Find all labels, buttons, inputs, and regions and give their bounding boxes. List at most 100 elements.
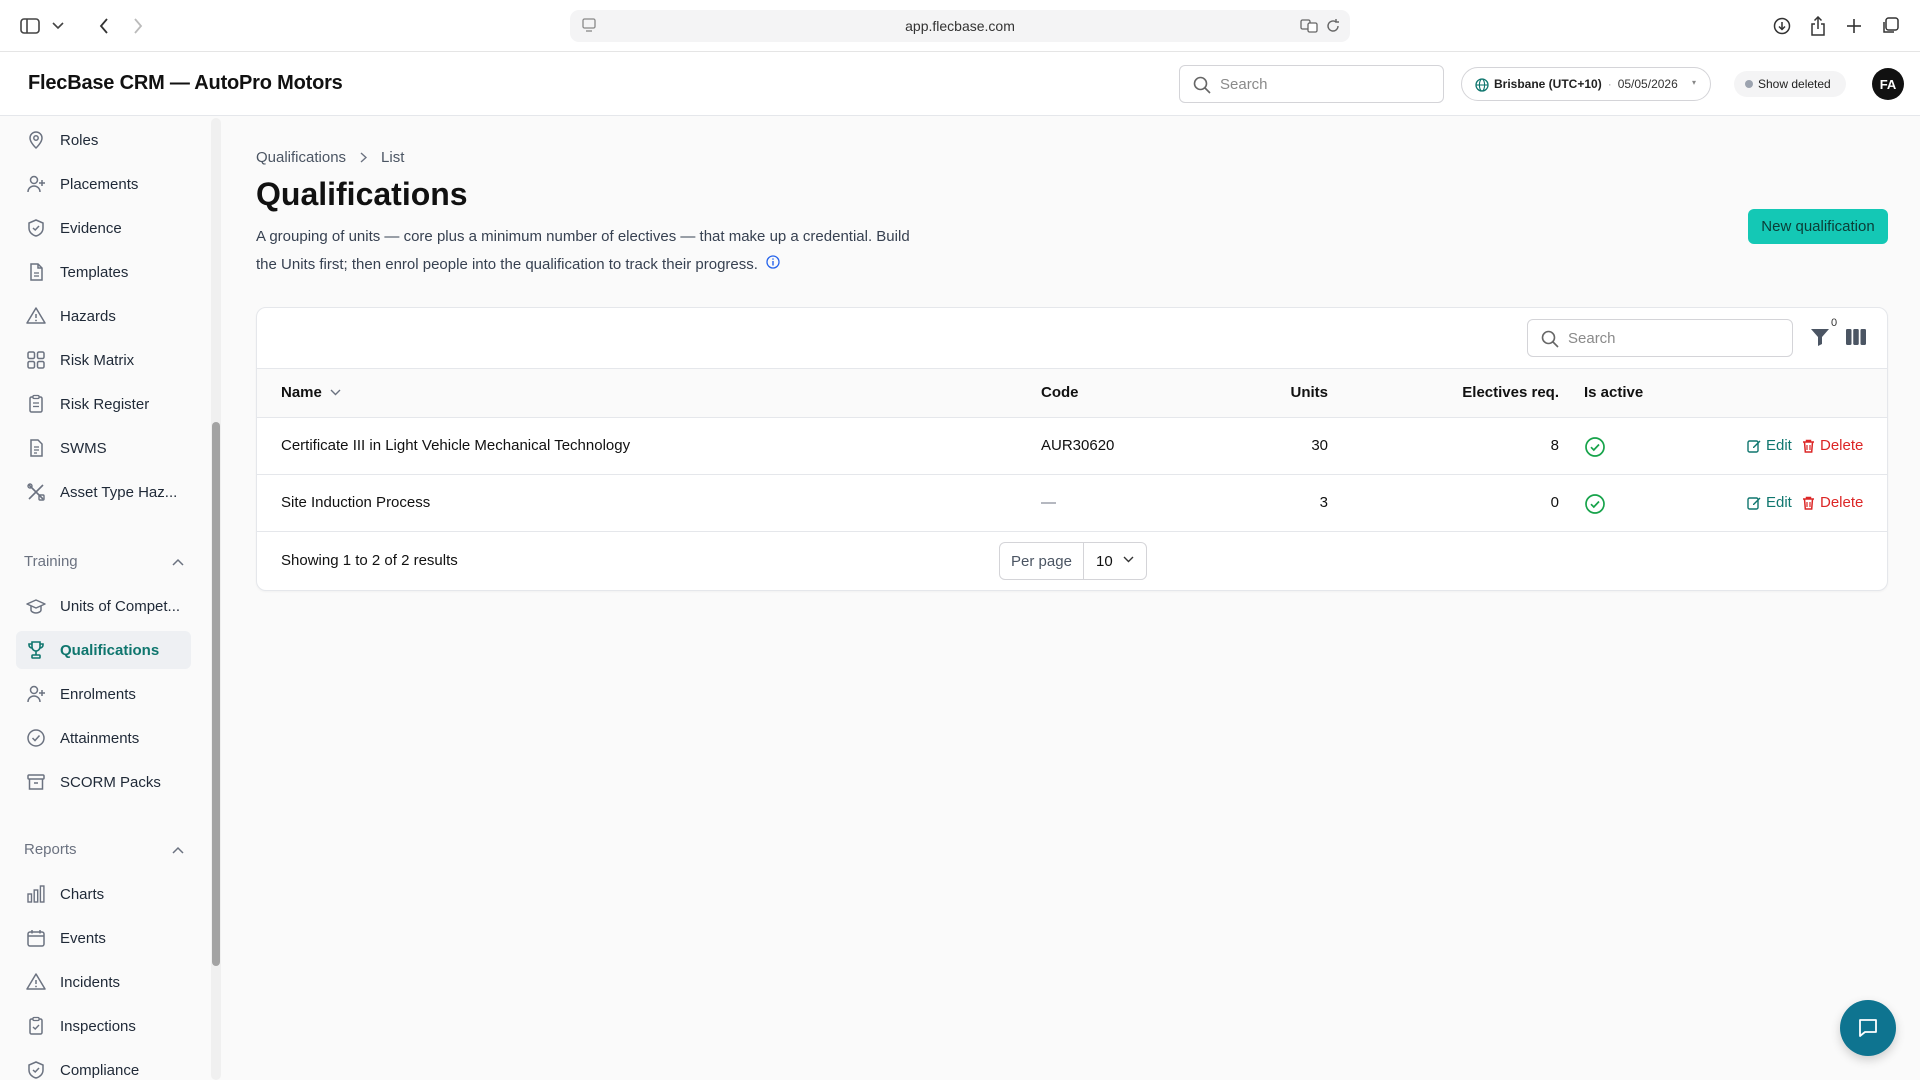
sidebar-item-label: Incidents — [60, 973, 121, 991]
sidebar-item-label: Risk Register — [60, 395, 150, 413]
show-deleted-toggle[interactable]: Show deleted — [1734, 71, 1846, 97]
breadcrumb: Qualifications List — [256, 149, 404, 166]
cell-code: AUR30620 — [1041, 437, 1115, 454]
translate-icon[interactable] — [1300, 18, 1318, 37]
address-bar[interactable]: app.flecbase.com — [570, 10, 1350, 42]
page-icon — [582, 18, 596, 37]
sidebar-toggle-icon[interactable] — [16, 12, 44, 40]
sidebar-item-charts[interactable]: Charts — [16, 875, 191, 913]
sidebar-item-label: Placements — [60, 175, 139, 193]
sidebar-item-attainments[interactable]: Attainments — [16, 719, 191, 757]
show-deleted-label: Show deleted — [1758, 77, 1831, 91]
delete-button[interactable]: Delete — [1802, 494, 1863, 511]
graduation-cap-icon — [26, 596, 46, 616]
sidebar-item-placements[interactable]: Placements — [16, 165, 191, 203]
sidebar-item-events[interactable]: Events — [16, 919, 191, 957]
sidebar-item-compliance[interactable]: Compliance — [16, 1051, 191, 1080]
download-icon[interactable] — [1768, 12, 1796, 40]
chat-button[interactable] — [1840, 1000, 1896, 1056]
edit-button[interactable]: Edit — [1747, 437, 1792, 454]
sidebar-item-units-of-competency[interactable]: Units of Compet... — [16, 587, 191, 625]
sidebar-item-evidence[interactable]: Evidence — [16, 209, 191, 247]
cell-code: — — [1041, 494, 1056, 511]
avatar[interactable]: FA — [1872, 68, 1904, 100]
share-icon[interactable] — [1804, 12, 1832, 40]
timezone-city: Brisbane (UTC+10) — [1494, 77, 1602, 91]
filter-count-badge: 0 — [1831, 317, 1838, 329]
reload-icon[interactable] — [1326, 18, 1340, 37]
sidebar-item-label: Asset Type Haz... — [60, 483, 178, 501]
file-icon — [26, 262, 46, 282]
document-icon — [26, 438, 46, 458]
table-header: Name Code Units Electives req. Is active — [257, 368, 1887, 418]
column-header-name[interactable]: Name — [281, 384, 341, 401]
status-dot-icon — [1745, 80, 1753, 88]
browser-toolbar: app.flecbase.com — [0, 0, 1920, 52]
edit-label: Edit — [1766, 437, 1792, 454]
chevron-right-icon — [360, 152, 368, 163]
warning-triangle-icon — [26, 972, 46, 992]
info-icon[interactable] — [766, 251, 780, 279]
delete-button[interactable]: Delete — [1802, 437, 1863, 454]
timezone-selector[interactable]: Brisbane (UTC+10) · 05/05/2026 ▾ — [1461, 67, 1711, 101]
badge-check-icon — [26, 728, 46, 748]
column-header-units: Units — [1290, 384, 1329, 401]
sidebar-item-label: SCORM Packs — [60, 773, 161, 791]
per-page-select[interactable]: Per page 10 — [999, 542, 1147, 580]
cell-electives: 8 — [1550, 437, 1559, 454]
columns-icon[interactable] — [1845, 327, 1867, 347]
section-training[interactable]: Training — [24, 553, 184, 570]
back-icon[interactable] — [90, 12, 118, 40]
shield-check-icon — [26, 218, 46, 238]
sidebar-item-incidents[interactable]: Incidents — [16, 963, 191, 1001]
sort-chevron-down-icon — [330, 389, 341, 396]
edit-label: Edit — [1766, 494, 1792, 511]
sidebar-item-risk-matrix[interactable]: Risk Matrix — [16, 341, 191, 379]
archive-icon — [26, 772, 46, 792]
sidebar-item-roles[interactable]: Roles — [16, 121, 191, 159]
cell-electives: 0 — [1550, 494, 1559, 511]
cell-units: 30 — [1311, 437, 1328, 454]
global-search-input[interactable]: Search — [1179, 65, 1444, 103]
section-reports[interactable]: Reports — [24, 841, 184, 858]
sidebar-item-risk-register[interactable]: Risk Register — [16, 385, 191, 423]
grid-icon — [26, 350, 46, 370]
section-title: Reports — [24, 841, 77, 858]
sidebar-item-label: Attainments — [60, 729, 140, 747]
column-header-electives: Electives req. — [1462, 384, 1559, 401]
sidebar-item-hazards[interactable]: Hazards — [16, 297, 191, 335]
new-tab-icon[interactable] — [1840, 12, 1868, 40]
chevron-up-icon — [172, 558, 184, 566]
sidebar-item-enrolments[interactable]: Enrolments — [16, 675, 191, 713]
filter-icon[interactable] — [1809, 326, 1831, 348]
sidebar-item-templates[interactable]: Templates — [16, 253, 191, 291]
breadcrumb-qualifications[interactable]: Qualifications — [256, 149, 346, 166]
per-page-value[interactable]: 10 — [1084, 543, 1146, 579]
table-search-input[interactable]: Search — [1527, 319, 1793, 357]
sidebar-item-qualifications[interactable]: Qualifications — [16, 631, 191, 669]
qualifications-table-card: Search 0 Name Code Units Electives req. … — [256, 307, 1888, 591]
sidebar-scrollbar-thumb[interactable] — [212, 422, 220, 966]
per-page-label: Per page — [1000, 543, 1084, 579]
chevron-down-icon[interactable] — [44, 12, 72, 40]
cell-name: Site Induction Process — [281, 494, 431, 511]
new-qualification-button[interactable]: New qualification — [1748, 209, 1888, 244]
cell-units: 3 — [1319, 494, 1328, 511]
sidebar-item-label: Events — [60, 929, 106, 947]
delete-label: Delete — [1820, 494, 1864, 511]
sidebar-item-scorm-packs[interactable]: SCORM Packs — [16, 763, 191, 801]
sidebar: Roles Placements Evidence Templates Haza… — [0, 117, 210, 1080]
sidebar-item-inspections[interactable]: Inspections — [16, 1007, 191, 1045]
sidebar-item-asset-type-hazards[interactable]: Asset Type Haz... — [16, 473, 191, 511]
page-description: A grouping of units — core plus a minimu… — [256, 223, 916, 279]
forward-icon[interactable] — [124, 12, 152, 40]
per-page-selected: 10 — [1096, 552, 1113, 570]
pagination-summary: Showing 1 to 2 of 2 results — [281, 552, 458, 569]
delete-label: Delete — [1820, 437, 1864, 454]
chat-icon — [1859, 1019, 1877, 1037]
chevron-down-icon — [1123, 556, 1134, 563]
page-title: Qualifications — [256, 176, 468, 212]
edit-button[interactable]: Edit — [1747, 494, 1792, 511]
tab-overview-icon[interactable] — [1876, 12, 1904, 40]
sidebar-item-swms[interactable]: SWMS — [16, 429, 191, 467]
